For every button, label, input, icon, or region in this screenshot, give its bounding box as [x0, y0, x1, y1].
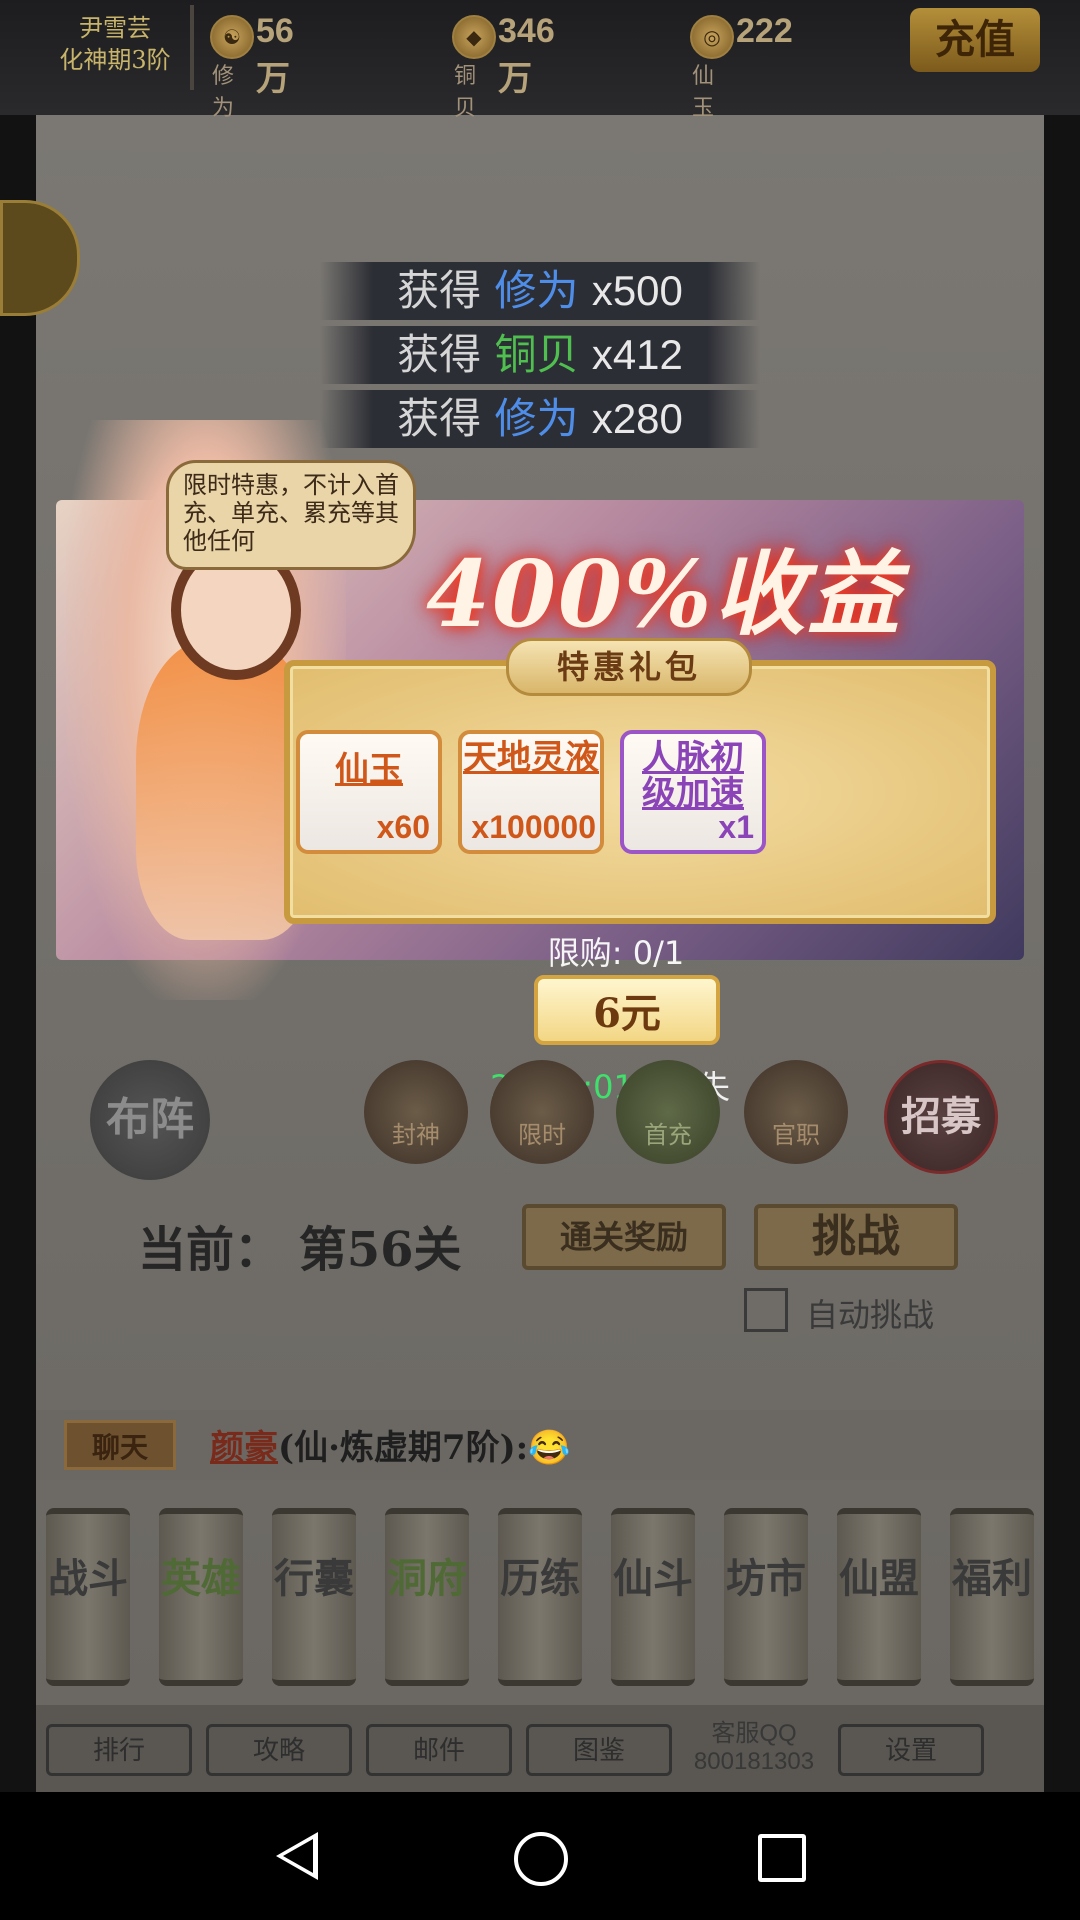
chat-message: 颜豪(仙·炼虚期7阶):😂	[210, 1420, 571, 1469]
right-edge	[1044, 0, 1080, 1792]
reward-item[interactable]: 人脉初级加速 x1	[620, 730, 766, 854]
menu-scroll[interactable]: 历练	[498, 1508, 582, 1686]
back-icon-inner	[283, 1839, 313, 1873]
resource-label: 铜贝	[454, 64, 477, 121]
cultivation-icon: ☯	[210, 15, 254, 59]
reward-name: 天地灵液	[463, 738, 599, 778]
top-bar: 尹雪芸 化神期3阶 ☯ 56万 修为 ◆ 346万 铜贝 ◎ 222 仙玉 充值	[0, 0, 1080, 121]
jade-icon: ◎	[690, 15, 734, 59]
chat-sender-rank: (仙·炼虚期7阶):😂	[278, 1428, 571, 1468]
loot-qty: x500	[591, 267, 683, 314]
loot-qty: x412	[591, 331, 683, 378]
reward-qty: x1	[718, 809, 754, 845]
resource-label: 仙玉	[692, 64, 715, 121]
divider	[190, 5, 194, 90]
resource-value: 222	[736, 12, 793, 50]
loot-prefix: 获得	[397, 266, 482, 315]
resource-value: 56万	[256, 12, 294, 98]
buy-button[interactable]: 6元	[534, 975, 720, 1045]
customer-service[interactable]: 客服QQ 800181303	[684, 1720, 824, 1776]
menu-scroll[interactable]: 行囊	[272, 1508, 356, 1686]
challenge-button[interactable]: 挑战	[754, 1204, 958, 1270]
reward-item[interactable]: 天地灵液 x100000	[458, 730, 604, 854]
first-recharge-button[interactable]: 首充	[616, 1060, 720, 1164]
panel-title: 特惠礼包	[506, 638, 752, 696]
menu-scroll[interactable]: 洞府	[385, 1508, 469, 1686]
reward-item[interactable]: 仙玉 x60	[296, 730, 442, 854]
coin-icon: ◆	[452, 15, 496, 59]
loot-line: 获得 修为 x500	[320, 262, 760, 320]
resource-value: 346万	[498, 12, 555, 98]
player-rank: 化神期3阶	[59, 46, 171, 74]
menu-scroll[interactable]: 战斗	[46, 1508, 130, 1686]
purchase-limit: 限购: 0/1	[547, 934, 685, 972]
reward-qty: x100000	[471, 809, 596, 845]
chat-tag[interactable]: 聊天	[64, 1420, 176, 1470]
reward-name: 人脉初级加速	[642, 738, 744, 814]
fengshen-button[interactable]: 封神	[364, 1060, 468, 1164]
loot-line: 获得 铜贝 x412	[320, 326, 760, 384]
home-icon[interactable]	[514, 1832, 568, 1886]
menu-scroll[interactable]: 福利	[950, 1508, 1034, 1686]
menu-scroll[interactable]: 坊市	[724, 1508, 808, 1686]
service-number: 800181303	[693, 1748, 815, 1775]
mail-button[interactable]: 邮件	[366, 1724, 512, 1776]
menu-scroll[interactable]: 仙斗	[611, 1508, 695, 1686]
stage-reward-button[interactable]: 通关奖励	[522, 1204, 726, 1270]
official-button[interactable]: 官职	[744, 1060, 848, 1164]
auto-challenge-label: 自动挑战	[806, 1296, 935, 1334]
formation-button[interactable]: 布阵	[90, 1060, 210, 1180]
loot-item: 修为	[494, 266, 579, 315]
reward-qty: x60	[376, 809, 430, 845]
ranking-button[interactable]: 排行	[46, 1724, 192, 1776]
limited-button[interactable]: 限时	[490, 1060, 594, 1164]
current-stage: 当前： 第56关	[138, 1222, 462, 1278]
recruit-button[interactable]: 招募	[884, 1060, 998, 1174]
recent-apps-icon[interactable]	[758, 1834, 806, 1882]
speech-bubble: 限时特惠，不计入首充、单充、累充等其他任何	[166, 460, 416, 570]
player-info[interactable]: 尹雪芸 化神期3阶	[40, 12, 190, 82]
loot-prefix: 获得	[397, 330, 482, 379]
player-name: 尹雪芸	[79, 14, 151, 42]
reward-name: 仙玉	[335, 750, 403, 790]
gift-pack-popup: 限时特惠，不计入首充、单充、累充等其他任何 400%收益 特惠礼包 仙玉 x60…	[56, 420, 1024, 1045]
resource-label: 修为	[212, 64, 235, 121]
settings-button[interactable]: 设置	[838, 1724, 984, 1776]
auto-challenge-checkbox[interactable]	[744, 1288, 788, 1332]
service-label: 客服QQ	[711, 1720, 797, 1747]
menu-scroll[interactable]: 英雄	[159, 1508, 243, 1686]
menu-scroll[interactable]: 仙盟	[837, 1508, 921, 1686]
chat-sender[interactable]: 颜豪	[210, 1428, 278, 1468]
bonus-title: 400%收益	[426, 540, 902, 648]
recharge-button[interactable]: 充值	[910, 8, 1040, 72]
loot-item: 铜贝	[494, 330, 579, 379]
codex-button[interactable]: 图鉴	[526, 1724, 672, 1776]
guide-button[interactable]: 攻略	[206, 1724, 352, 1776]
